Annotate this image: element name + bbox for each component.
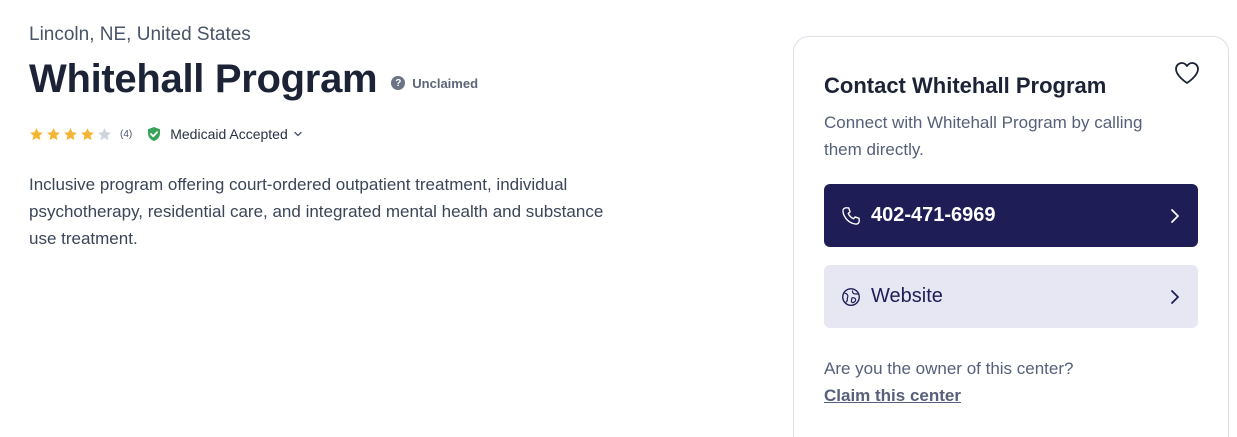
chevron-right-icon — [1171, 208, 1179, 223]
phone-number: 402-471-6969 — [871, 204, 996, 226]
chevron-right-icon — [1171, 289, 1179, 304]
chevron-down-icon — [294, 131, 302, 137]
page-title: Whitehall Program — [29, 57, 378, 101]
star-filled-icon — [30, 127, 43, 140]
contact-title: Contact Whitehall Program — [824, 73, 1107, 98]
location-text: Lincoln, NE, United States — [29, 24, 251, 45]
star-empty-icon — [98, 127, 111, 140]
star-rating — [29, 127, 114, 142]
phone-icon — [842, 206, 860, 225]
listing-description: Inclusive program offering court-ordered… — [29, 175, 604, 248]
call-button[interactable]: 402-471-6969 — [824, 184, 1198, 247]
globe-icon — [842, 287, 860, 306]
star-filled-icon — [81, 127, 94, 140]
listing-header: Lincoln, NE, United States Whitehall Pro… — [29, 22, 649, 252]
website-button[interactable]: Website — [824, 265, 1198, 328]
star-filled-icon — [64, 127, 77, 140]
star-filled-icon — [47, 127, 60, 140]
question-icon: ? — [391, 76, 406, 90]
insurance-label: Medicaid Accepted — [170, 126, 288, 142]
review-count[interactable]: (4) — [120, 129, 132, 140]
title-row: Whitehall Program ? Unclaimed — [29, 54, 649, 104]
meta-row: (4) Medicaid Accepted — [29, 126, 649, 142]
unclaimed-badge[interactable]: ? Unclaimed — [391, 76, 478, 91]
owner-question: Are you the owner of this center? — [824, 359, 1074, 378]
contact-subtitle: Connect with Whitehall Program by callin… — [824, 113, 1143, 159]
website-label: Website — [871, 285, 943, 307]
claim-center-link[interactable]: Claim this center — [824, 386, 961, 406]
unclaimed-label: Unclaimed — [412, 75, 479, 91]
heart-icon[interactable] — [1173, 59, 1201, 87]
contact-card: Contact Whitehall Program Connect with W… — [793, 36, 1229, 437]
shield-check-icon — [148, 127, 161, 141]
insurance-dropdown[interactable]: Medicaid Accepted — [146, 126, 303, 142]
